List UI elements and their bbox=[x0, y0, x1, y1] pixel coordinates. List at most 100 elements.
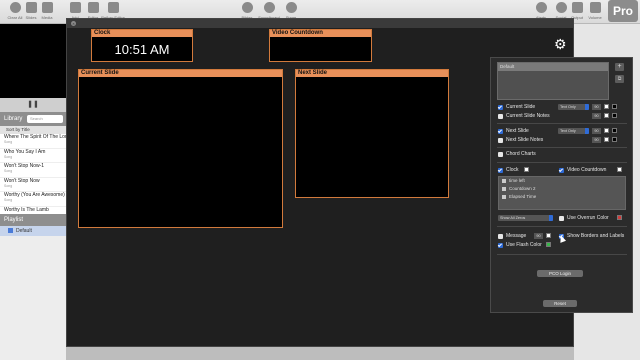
current-slide-size[interactable]: 90 bbox=[592, 104, 601, 110]
checkbox-icon bbox=[498, 242, 503, 248]
message-color-swatch[interactable] bbox=[546, 233, 551, 238]
alerts-icon bbox=[535, 2, 547, 13]
media-button[interactable]: Media bbox=[32, 2, 62, 20]
reflow-icon bbox=[107, 2, 119, 13]
show-zeros-select[interactable]: Show All Zeros bbox=[498, 215, 553, 221]
next-slide-notes-size[interactable]: 90 bbox=[592, 137, 601, 143]
list-item[interactable]: Countdown 2 bbox=[499, 185, 625, 193]
media-icon bbox=[41, 2, 53, 13]
sidebar-empty-area bbox=[0, 236, 66, 360]
current-slide-bg-swatch[interactable] bbox=[612, 104, 617, 109]
chord-charts-toggle[interactable]: Chord Charts bbox=[498, 150, 536, 158]
divider bbox=[497, 226, 627, 227]
pause-icon[interactable]: ❚❚ bbox=[0, 98, 66, 112]
list-item[interactable]: Where The Spirit Of The Lord Song bbox=[0, 134, 66, 149]
checkbox-icon bbox=[559, 167, 564, 173]
list-item[interactable]: Won't Stop Now-1 Song bbox=[0, 163, 66, 178]
pro-logo: Pro bbox=[608, 0, 638, 22]
dropdown-arrow-icon bbox=[585, 128, 589, 134]
duplicate-layout-icon[interactable]: ⧉ bbox=[615, 75, 624, 83]
output-preview bbox=[0, 24, 66, 98]
list-item[interactable]: Won't Stop Now Song bbox=[0, 178, 66, 192]
video-countdown-color-swatch[interactable] bbox=[617, 167, 622, 172]
gear-icon[interactable]: ⚙ bbox=[554, 37, 567, 51]
layouts-list: Default bbox=[497, 62, 609, 100]
use-flash-color-toggle[interactable]: Use Flash Color bbox=[498, 241, 542, 249]
layout-item-default[interactable]: Default bbox=[498, 63, 608, 71]
current-notes-bg-swatch[interactable] bbox=[612, 113, 617, 118]
close-icon[interactable]: × bbox=[71, 21, 76, 26]
checkbox-icon bbox=[498, 113, 503, 119]
flash-color-swatch[interactable] bbox=[546, 242, 551, 247]
clock-time: 10:51 AM bbox=[114, 42, 170, 57]
clock-toggle[interactable]: Clock bbox=[498, 166, 519, 174]
clock-color-swatch[interactable] bbox=[524, 167, 529, 172]
message-toggle[interactable]: Message bbox=[498, 232, 526, 240]
divider bbox=[497, 162, 627, 163]
background-bottom bbox=[66, 347, 574, 360]
window-titlebar: × bbox=[67, 19, 573, 28]
clock-frame[interactable]: Clock 10:51 AM bbox=[91, 29, 193, 62]
checkbox-icon bbox=[502, 179, 506, 183]
next-slide-notes-toggle[interactable]: Next Slide Notes bbox=[498, 136, 543, 144]
checkbox-icon bbox=[502, 195, 506, 199]
dropdown-arrow-icon bbox=[585, 104, 589, 110]
reset-button[interactable]: Reset bbox=[543, 300, 577, 307]
pco-login-button[interactable]: PCO Login bbox=[537, 270, 583, 277]
current-slide-mode-select[interactable]: Text Only bbox=[558, 104, 589, 110]
current-slide-color-swatch[interactable] bbox=[604, 104, 609, 109]
next-notes-bg-swatch[interactable] bbox=[612, 137, 617, 142]
volume-icon bbox=[589, 2, 601, 13]
current-notes-color-swatch[interactable] bbox=[604, 113, 609, 118]
checkbox-icon bbox=[498, 167, 503, 173]
next-slide-label: Next Slide bbox=[296, 70, 448, 77]
checkbox-icon bbox=[498, 233, 503, 239]
video-countdown-toggle[interactable]: Video Countdown bbox=[559, 166, 606, 174]
checkbox-icon bbox=[498, 151, 503, 157]
next-notes-color-swatch[interactable] bbox=[604, 137, 609, 142]
divider bbox=[497, 254, 627, 255]
next-slide-mode-select[interactable]: Text Only bbox=[558, 128, 589, 134]
checkbox-icon bbox=[559, 215, 564, 221]
folder-icon bbox=[8, 228, 13, 233]
volume-button[interactable]: Volume bbox=[580, 2, 610, 20]
current-slide-toggle[interactable]: Current Slide bbox=[498, 103, 535, 111]
library-song-list: Where The Spirit Of The Lord Song Who Yo… bbox=[0, 134, 66, 221]
checkbox-icon bbox=[498, 137, 503, 143]
list-item[interactable]: Who You Say I Am Song bbox=[0, 149, 66, 163]
playlist-header: Playlist bbox=[0, 214, 66, 226]
show-borders-labels-toggle[interactable]: Show Borders and Labels bbox=[559, 232, 624, 240]
next-slide-bg-swatch[interactable] bbox=[612, 128, 617, 133]
divider bbox=[497, 147, 627, 148]
soundboard-icon bbox=[263, 2, 275, 13]
library-sort-dropdown[interactable]: Sort by Title bbox=[0, 126, 66, 134]
add-layout-button[interactable]: + bbox=[615, 63, 624, 71]
next-slide-size[interactable]: 90 bbox=[592, 128, 601, 134]
dropdown-arrow-icon bbox=[549, 215, 553, 221]
next-slide-color-swatch[interactable] bbox=[604, 128, 609, 133]
next-slide-frame[interactable]: Next Slide bbox=[295, 69, 449, 198]
bible-icon bbox=[241, 2, 253, 13]
next-slide-toggle[interactable]: Next Slide bbox=[498, 127, 529, 135]
video-countdown-label: Video Countdown bbox=[270, 30, 371, 37]
current-slide-notes-size[interactable]: 90 bbox=[592, 113, 601, 119]
checkbox-icon bbox=[502, 187, 506, 191]
editor-icon bbox=[87, 2, 99, 13]
clock-frame-label: Clock bbox=[92, 30, 192, 37]
list-item[interactable]: Worthy (You Are Awesome) Song bbox=[0, 192, 66, 207]
current-slide-frame[interactable]: Current Slide bbox=[78, 69, 283, 228]
current-slide-notes-toggle[interactable]: Current Slide Notes bbox=[498, 112, 550, 120]
message-size[interactable]: 90 bbox=[534, 233, 543, 239]
current-slide-label: Current Slide bbox=[79, 70, 282, 77]
clock-list: time left Countdown 2 Elapsed Time bbox=[498, 176, 626, 210]
use-overrun-color-toggle[interactable]: Use Overrun Color bbox=[559, 214, 609, 222]
checkbox-icon bbox=[498, 104, 503, 110]
video-countdown-frame[interactable]: Video Countdown bbox=[269, 29, 372, 62]
checkbox-icon bbox=[498, 128, 503, 134]
overrun-color-swatch[interactable] bbox=[617, 215, 622, 220]
library-search-input[interactable]: Search bbox=[27, 115, 63, 123]
divider bbox=[497, 123, 627, 124]
list-item[interactable]: time left bbox=[499, 177, 625, 185]
list-item[interactable]: Elapsed Time bbox=[499, 193, 625, 201]
stage-icon bbox=[285, 2, 297, 13]
